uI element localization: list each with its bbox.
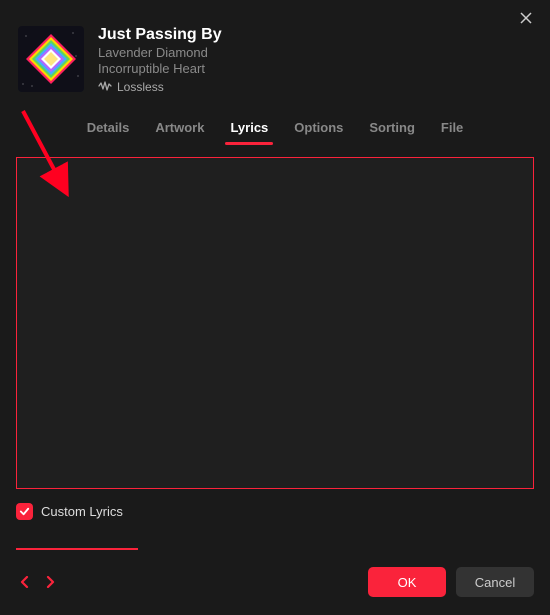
dialog-footer: OK Cancel xyxy=(0,567,550,597)
chevron-left-icon xyxy=(20,576,29,588)
annotation-underline xyxy=(16,548,138,550)
track-album: Incorruptible Heart xyxy=(98,61,222,76)
check-icon xyxy=(19,506,30,517)
cancel-button[interactable]: Cancel xyxy=(456,567,534,597)
lossless-icon xyxy=(98,81,112,94)
track-info: Just Passing By Lavender Diamond Incorru… xyxy=(98,26,222,94)
nav-arrows xyxy=(16,574,58,590)
tab-lyrics[interactable]: Lyrics xyxy=(228,114,270,145)
tab-bar: Details Artwork Lyrics Options Sorting F… xyxy=(0,104,550,145)
close-icon xyxy=(520,11,532,29)
track-artist: Lavender Diamond xyxy=(98,45,222,60)
tab-options[interactable]: Options xyxy=(292,114,345,145)
tab-artwork[interactable]: Artwork xyxy=(153,114,206,145)
track-title: Just Passing By xyxy=(98,26,222,44)
lossless-label: Lossless xyxy=(117,80,164,94)
chevron-right-icon xyxy=(46,576,55,588)
footer-buttons: OK Cancel xyxy=(368,567,534,597)
lyrics-editor-container xyxy=(16,157,534,489)
ok-button[interactable]: OK xyxy=(368,567,446,597)
album-artwork xyxy=(18,26,84,92)
prev-track-button[interactable] xyxy=(16,574,32,590)
lossless-badge: Lossless xyxy=(98,80,222,94)
custom-lyrics-checkbox[interactable] xyxy=(16,503,33,520)
custom-lyrics-row[interactable]: Custom Lyrics xyxy=(16,503,125,520)
next-track-button[interactable] xyxy=(42,574,58,590)
tab-file[interactable]: File xyxy=(439,114,465,145)
tab-details[interactable]: Details xyxy=(85,114,132,145)
close-button[interactable] xyxy=(516,10,536,30)
lyrics-textarea[interactable] xyxy=(17,158,533,488)
tab-sorting[interactable]: Sorting xyxy=(367,114,417,145)
track-header: Just Passing By Lavender Diamond Incorru… xyxy=(0,0,550,104)
custom-lyrics-label: Custom Lyrics xyxy=(41,504,123,519)
